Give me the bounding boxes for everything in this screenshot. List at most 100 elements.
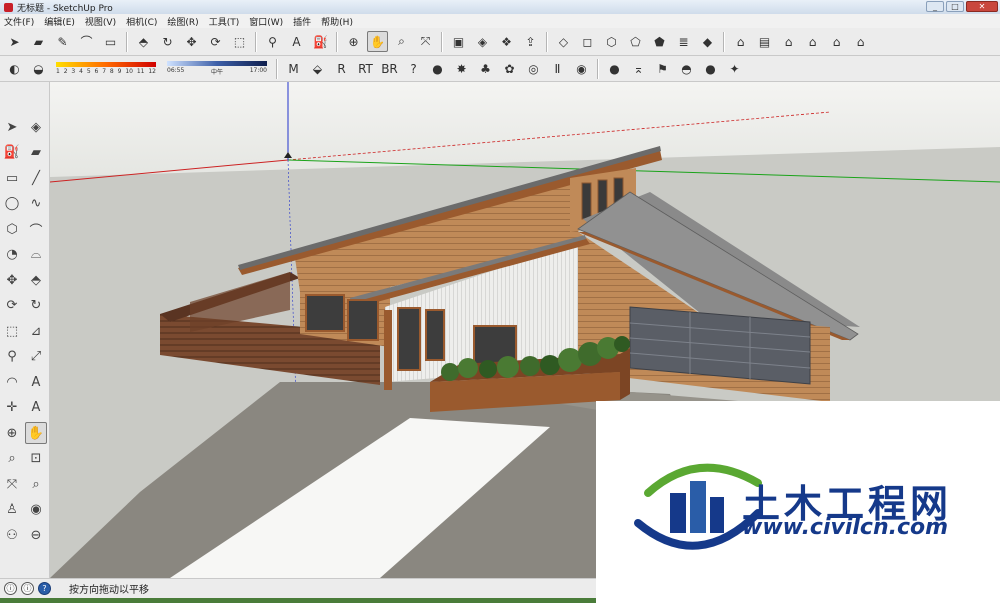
zoom-extents-icon[interactable]: ⤧ (1, 473, 23, 495)
push-pull-icon[interactable]: ⬘ (25, 269, 47, 291)
wireframe-icon[interactable]: ⬡ (601, 31, 622, 52)
select-icon[interactable]: ➤ (1, 116, 23, 138)
credits-icon[interactable]: ⓘ (21, 582, 34, 595)
menu-view[interactable]: 视图(V) (85, 15, 116, 28)
rectangle-icon[interactable]: ▭ (100, 31, 121, 52)
circle-icon[interactable]: ◯ (1, 193, 23, 215)
shaded-icon[interactable]: ⬟ (649, 31, 670, 52)
tape-measure-icon[interactable]: ⚲ (1, 346, 23, 368)
menu-edit[interactable]: 编辑(E) (44, 15, 75, 28)
paint-bucket-icon[interactable]: ⛽ (310, 31, 331, 52)
previous-view-icon[interactable]: ⌕ (25, 473, 47, 495)
menu-help[interactable]: 帮助(H) (321, 15, 353, 28)
freehand-icon[interactable]: ∿ (25, 193, 47, 215)
menu-camera[interactable]: 相机(C) (126, 15, 157, 28)
light-sphere-icon[interactable]: ● (700, 58, 721, 79)
iso-view-icon[interactable]: ⌂ (730, 31, 751, 52)
arc-icon[interactable]: ⌒ (76, 31, 97, 52)
menu-plugins[interactable]: 插件 (293, 15, 311, 28)
right-view-icon[interactable]: ⌂ (802, 31, 823, 52)
plugin-spiral-icon[interactable]: ◉ (571, 58, 592, 79)
pencil-icon[interactable]: ✎ (52, 31, 73, 52)
line-icon[interactable]: ╱ (25, 167, 47, 189)
top-view-icon[interactable]: ▤ (754, 31, 775, 52)
maximize-button[interactable]: □ (946, 1, 964, 12)
warehouse-icon[interactable]: ▣ (448, 31, 469, 52)
push-pull-icon[interactable]: ⬘ (133, 31, 154, 52)
shadow-date-slider[interactable]: 1 2 3 4 5 6 7 8 9 10 11 12 (56, 62, 156, 75)
3d-text-icon[interactable]: A (25, 397, 47, 419)
offset-icon[interactable]: ⊿ (25, 320, 47, 342)
help-icon[interactable]: ? (38, 582, 51, 595)
shadow-toggle-icon[interactable]: ◐ (4, 58, 25, 79)
components-icon[interactable]: ❖ (496, 31, 517, 52)
plugin-tree-icon[interactable]: ♣ (475, 58, 496, 79)
walk-icon[interactable]: ⚇ (1, 524, 23, 546)
fog-icon[interactable]: ◒ (28, 58, 49, 79)
zoom-icon[interactable]: ⌕ (1, 448, 23, 470)
axes-icon[interactable]: ✛ (1, 397, 23, 419)
minimize-button[interactable]: _ (926, 1, 944, 12)
protractor-icon[interactable]: ◠ (1, 371, 23, 393)
eraser-icon[interactable]: ▰ (25, 142, 47, 164)
back-view-icon[interactable]: ⌂ (826, 31, 847, 52)
geo-location-icon[interactable]: ⓘ (4, 582, 17, 595)
section-plane-icon[interactable]: ⊖ (25, 524, 47, 546)
front-view-icon[interactable]: ⌂ (778, 31, 799, 52)
orbit-icon[interactable]: ⊕ (343, 31, 364, 52)
hidden-line-icon[interactable]: ⬠ (625, 31, 646, 52)
plugin-flower-icon[interactable]: ✿ (499, 58, 520, 79)
plugin-sun-icon[interactable]: ✸ (451, 58, 472, 79)
plugin-br-icon[interactable]: BR (379, 58, 400, 79)
plugin-tag-icon[interactable]: ⬙ (307, 58, 328, 79)
scale-icon[interactable]: ⬚ (229, 31, 250, 52)
plugin-help-icon[interactable]: ? (403, 58, 424, 79)
plugin-sphere-icon[interactable]: ● (427, 58, 448, 79)
pan-icon[interactable]: ✋ (25, 422, 47, 444)
left-view-icon[interactable]: ⌂ (850, 31, 871, 52)
select-icon[interactable]: ➤ (4, 31, 25, 52)
back-edges-icon[interactable]: ◻ (577, 31, 598, 52)
pan-icon[interactable]: ✋ (367, 31, 388, 52)
rotate-icon[interactable]: ⟳ (205, 31, 226, 52)
paint-bucket-icon[interactable]: ⛽ (1, 142, 23, 164)
xray-icon[interactable]: ◇ (553, 31, 574, 52)
monochrome-icon[interactable]: ≣ (673, 31, 694, 52)
light-flag-icon[interactable]: ⚑ (652, 58, 673, 79)
rotate-icon[interactable]: ⟳ (1, 295, 23, 317)
eraser-icon[interactable]: ▰ (28, 31, 49, 52)
look-around-icon[interactable]: ◉ (25, 499, 47, 521)
plugin-m-icon[interactable]: M (283, 58, 304, 79)
send-to-layout-icon[interactable]: ⇪ (520, 31, 541, 52)
follow-me-icon[interactable]: ↻ (25, 295, 47, 317)
orbit-icon[interactable]: ⊕ (1, 422, 23, 444)
menu-window[interactable]: 窗口(W) (249, 15, 283, 28)
light-spot-icon[interactable]: ⌅ (628, 58, 649, 79)
position-camera-icon[interactable]: ♙ (1, 499, 23, 521)
menu-draw[interactable]: 绘图(R) (167, 15, 198, 28)
plugin-rt-icon[interactable]: RT (355, 58, 376, 79)
menu-file[interactable]: 文件(F) (4, 15, 34, 28)
plugin-target-icon[interactable]: ◎ (523, 58, 544, 79)
light-omni-icon[interactable]: ● (604, 58, 625, 79)
share-model-icon[interactable]: ◈ (472, 31, 493, 52)
tape-measure-icon[interactable]: ⚲ (262, 31, 283, 52)
polygon-icon[interactable]: ⬡ (1, 218, 23, 240)
menu-tools[interactable]: 工具(T) (209, 15, 240, 28)
light-ies-icon[interactable]: ✦ (724, 58, 745, 79)
follow-me-icon[interactable]: ↻ (157, 31, 178, 52)
text-icon[interactable]: A (25, 371, 47, 393)
textured-icon[interactable]: ◆ (697, 31, 718, 52)
text-icon[interactable]: A (286, 31, 307, 52)
dimension-icon[interactable]: ⤢ (25, 346, 47, 368)
move-icon[interactable]: ✥ (181, 31, 202, 52)
arc-icon[interactable]: ⌒ (25, 218, 47, 240)
zoom-extents-icon[interactable]: ⤧ (415, 31, 436, 52)
close-button[interactable]: ✕ (966, 1, 998, 12)
component-icon[interactable]: ◈ (25, 116, 47, 138)
plugin-pause-icon[interactable]: Ⅱ (547, 58, 568, 79)
zoom-window-icon[interactable]: ⊡ (25, 448, 47, 470)
rectangle-icon[interactable]: ▭ (1, 167, 23, 189)
shadow-time-slider[interactable]: 06:55 中午 17:00 (167, 61, 267, 76)
plugin-r-icon[interactable]: R (331, 58, 352, 79)
